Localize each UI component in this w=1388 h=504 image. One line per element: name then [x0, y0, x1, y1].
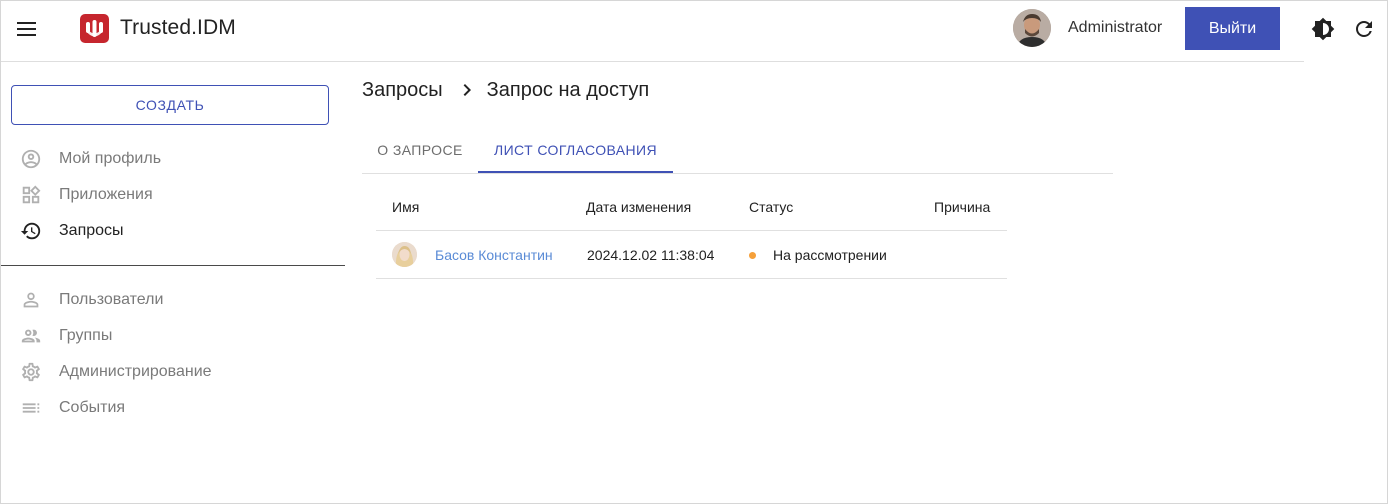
breadcrumb-current: Запрос на доступ	[486, 78, 650, 101]
approval-table: Имя Дата изменения Статус Причина Басов …	[376, 183, 1007, 279]
refresh-icon[interactable]	[1352, 17, 1376, 41]
app-header: Trusted.IDM Administrator Выйти	[1, 1, 1387, 61]
sidebar-item-label: Приложения	[59, 186, 153, 203]
table-header: Имя Дата изменения Статус Причина	[376, 183, 1007, 231]
history-icon	[20, 220, 42, 242]
header-divider	[1, 61, 1304, 62]
column-header-reason[interactable]: Причина	[934, 199, 990, 215]
sidebar-item-label: Мой профиль	[59, 150, 162, 167]
tab-bar: О ЗАПРОСЕ ЛИСТ СОГЛАСОВАНИЯ	[362, 126, 1113, 174]
chevron-right-icon	[455, 78, 479, 102]
app-logo	[80, 14, 109, 43]
table-row: Басов Константин 2024.12.02 11:38:04 На …	[376, 231, 1007, 279]
theme-toggle-icon[interactable]	[1311, 17, 1335, 41]
sidebar-item-label: Пользователи	[59, 291, 164, 308]
sidebar-item-profile[interactable]: Мой профиль	[20, 147, 161, 171]
status-indicator	[749, 252, 756, 259]
user-avatar[interactable]	[1013, 9, 1051, 47]
menu-icon[interactable]	[14, 17, 40, 41]
sidebar-item-label: Группы	[59, 327, 113, 344]
tab-active-indicator	[478, 171, 673, 173]
tab-approval-sheet[interactable]: ЛИСТ СОГЛАСОВАНИЯ	[478, 126, 673, 173]
sidebar-item-label: Запросы	[59, 222, 124, 239]
people-icon	[20, 325, 42, 347]
sidebar-divider	[1, 265, 345, 266]
approver-avatar	[392, 242, 417, 267]
account-circle-icon	[20, 148, 42, 170]
tab-about-request[interactable]: О ЗАПРОСЕ	[362, 126, 478, 173]
sidebar-item-users[interactable]: Пользователи	[20, 288, 163, 312]
status-text: На рассмотрении	[773, 247, 887, 263]
list-icon	[20, 397, 42, 419]
user-name: Administrator	[1068, 19, 1163, 36]
breadcrumb: Запросы Запрос на доступ	[362, 78, 649, 102]
column-header-changed[interactable]: Дата изменения	[586, 199, 691, 215]
app-title: Trusted.IDM	[120, 16, 236, 39]
sidebar-item-applications[interactable]: Приложения	[20, 183, 153, 207]
gear-icon	[20, 361, 42, 383]
breadcrumb-parent[interactable]: Запросы	[362, 79, 443, 102]
sidebar-item-label: Администрирование	[59, 363, 212, 380]
widgets-icon	[20, 184, 42, 206]
column-header-status[interactable]: Статус	[749, 199, 793, 215]
create-button[interactable]: СОЗДАТЬ	[11, 85, 329, 125]
column-header-name[interactable]: Имя	[392, 199, 419, 215]
approver-name-link[interactable]: Басов Константин	[435, 247, 553, 263]
logout-button[interactable]: Выйти	[1185, 7, 1280, 50]
sidebar-item-requests[interactable]: Запросы	[20, 219, 124, 243]
changed-date: 2024.12.02 11:38:04	[587, 247, 715, 263]
sidebar-item-groups[interactable]: Группы	[20, 324, 112, 348]
person-icon	[20, 289, 42, 311]
sidebar-item-administration[interactable]: Администрирование	[20, 360, 212, 384]
sidebar-item-events[interactable]: События	[20, 396, 125, 420]
sidebar-item-label: События	[59, 399, 126, 416]
